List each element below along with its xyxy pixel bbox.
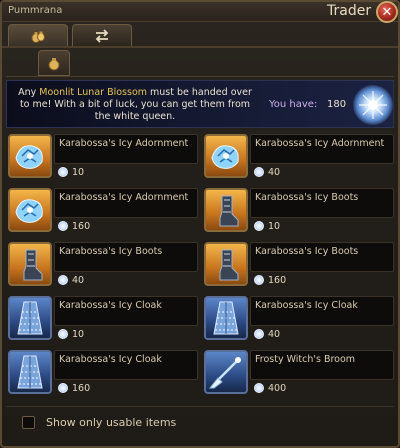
item-price-value: 160 [72,382,91,394]
item-price-value: 160 [72,220,91,232]
exchange-arrows-icon [95,28,109,43]
item-name: Frosty Witch's Broom [255,354,356,365]
lunar-blossom-currency-icon [58,221,68,231]
item-name: Karabossa's Icy Cloak [59,300,162,311]
cloak-icon[interactable] [8,296,52,340]
item-slot[interactable]: Karabossa's Icy Boots 40 [6,240,198,288]
item-name-box[interactable]: Karabossa's Icy Boots [250,188,394,218]
adornment-icon[interactable] [204,134,248,178]
item-name: Karabossa's Icy Adornment [59,138,189,149]
item-price: 160 [58,220,90,232]
item-name-box[interactable]: Karabossa's Icy Adornment [54,134,198,164]
lunar-blossom-currency-icon [58,383,68,393]
item-price: 40 [254,166,280,178]
tab-buy[interactable] [8,24,68,46]
item-slot[interactable]: Karabossa's Icy Cloak 40 [202,294,394,342]
subtab-currency[interactable] [38,50,70,76]
item-price: 160 [58,382,90,394]
item-name-box[interactable]: Karabossa's Icy Cloak [54,350,198,380]
item-name-box[interactable]: Karabossa's Icy Boots [250,242,394,272]
item-price-value: 10 [72,166,85,178]
you-have-value: 180 [327,99,347,110]
adornment-icon[interactable] [8,188,52,232]
lunar-blossom-currency-icon [254,167,264,177]
item-price-value: 40 [268,166,281,178]
lunar-blossom-currency-icon [254,329,264,339]
item-name-box[interactable]: Frosty Witch's Broom [250,350,394,380]
currency-name: Moonlit Lunar Blossom [39,87,148,98]
item-name: Karabossa's Icy Boots [59,246,163,257]
item-price-value: 160 [268,274,287,286]
item-slot[interactable]: Karabossa's Icy Boots 10 [202,186,394,234]
item-price: 10 [58,328,84,340]
item-price: 10 [254,220,280,232]
window-title: Trader [327,3,372,19]
item-name: Karabossa's Icy Cloak [59,354,162,365]
cloak-icon[interactable] [204,296,248,340]
lunar-blossom-currency-icon [254,221,264,231]
item-price: 40 [58,274,84,286]
lunar-blossom-currency-icon [254,275,264,285]
item-price-value: 10 [268,220,281,232]
lunar-blossom-currency-icon [58,275,68,285]
item-name-box[interactable]: Karabossa's Icy Adornment [250,134,394,164]
usable-items-label: Show only usable items [46,416,177,429]
boots-icon[interactable] [8,242,52,286]
coin-bag-icon [48,58,60,71]
item-slot[interactable]: Karabossa's Icy Cloak 10 [6,294,198,342]
broom-icon[interactable] [204,350,248,394]
item-name: Karabossa's Icy Boots [255,192,359,203]
tab-divider [2,46,398,48]
item-price-value: 40 [72,274,85,286]
lunar-blossom-currency-icon [58,167,68,177]
cloak-icon[interactable] [8,350,52,394]
close-button[interactable]: ✕ [376,1,398,23]
item-name: Karabossa's Icy Adornment [59,192,189,203]
usable-items-checkbox[interactable] [22,416,35,429]
item-price-value: 10 [72,328,85,340]
tab-exchange[interactable] [72,24,132,46]
lunar-blossom-currency-icon [254,383,264,393]
lunar-blossom-currency-icon [58,329,68,339]
item-name-box[interactable]: Karabossa's Icy Boots [54,242,198,272]
title-bar[interactable]: Pummrana Trader ✕ [2,1,398,23]
item-name-box[interactable]: Karabossa's Icy Cloak [250,296,394,326]
item-price: 400 [254,382,286,394]
item-name: Karabossa's Icy Adornment [255,138,385,149]
item-price: 40 [254,328,280,340]
item-name: Karabossa's Icy Boots [255,246,359,257]
footer-divider [6,406,394,407]
item-name: Karabossa's Icy Cloak [255,300,358,311]
item-price: 10 [58,166,84,178]
close-icon: ✕ [381,4,393,20]
boots-icon[interactable] [204,242,248,286]
currency-info-banner: Any Moonlit Lunar Blossom must be handed… [6,80,394,128]
info-text: Any Moonlit Lunar Blossom must be handed… [18,87,252,122]
trader-window: Pummrana Trader ✕ Any Moonlit Lunar Blos… [0,0,400,448]
item-slot[interactable]: Karabossa's Icy Adornment 40 [202,132,394,180]
npc-name: Pummrana [8,5,63,16]
item-name-box[interactable]: Karabossa's Icy Cloak [54,296,198,326]
item-price: 160 [254,274,286,286]
subtab-divider [6,76,394,77]
lunar-blossom-icon [353,85,393,125]
item-slot[interactable]: Karabossa's Icy Cloak 160 [6,348,198,396]
item-name-box[interactable]: Karabossa's Icy Adornment [54,188,198,218]
item-slot[interactable]: Karabossa's Icy Adornment 160 [6,186,198,234]
adornment-icon[interactable] [8,134,52,178]
you-have-label: You have: [269,99,318,110]
item-slot[interactable]: Karabossa's Icy Boots 160 [202,240,394,288]
boots-icon[interactable] [204,188,248,232]
item-price-value: 400 [268,382,287,394]
item-slot[interactable]: Frosty Witch's Broom 400 [202,348,394,396]
item-price-value: 40 [268,328,281,340]
coin-bags-icon [31,31,45,43]
item-slot[interactable]: Karabossa's Icy Adornment 10 [6,132,198,180]
